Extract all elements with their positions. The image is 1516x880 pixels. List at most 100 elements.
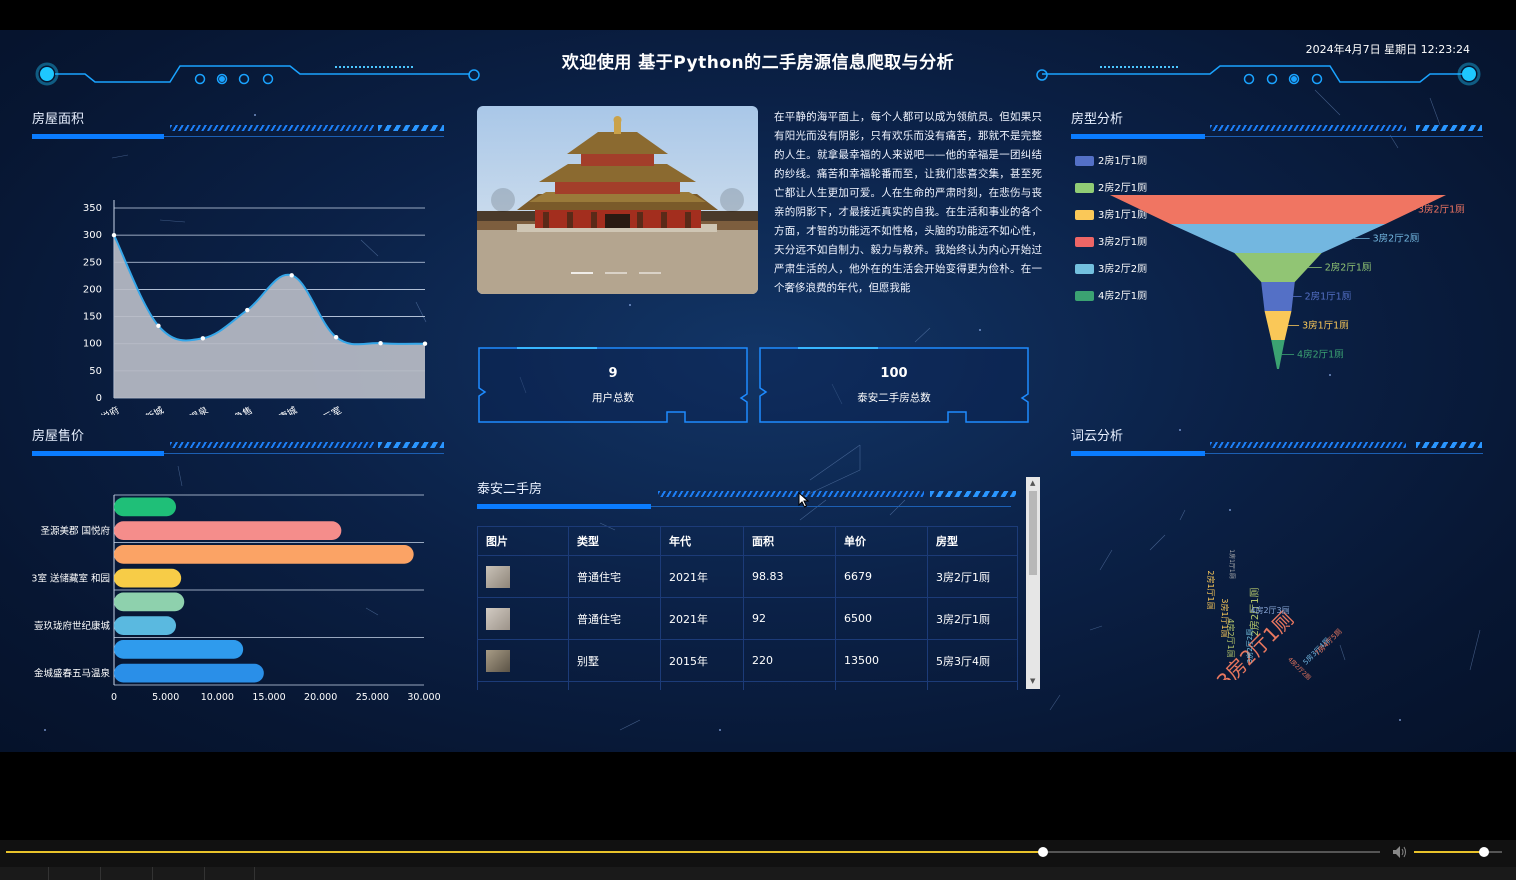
funnel-slice[interactable] [1170, 224, 1386, 253]
y-tick-label: 3室 送储藏室 和园 [31, 573, 110, 585]
y-tick-label: 300 [83, 230, 102, 241]
wordcloud-word[interactable]: 1房1厅1厕 [1228, 549, 1236, 578]
cell-layout: 3房2厅1厕 [927, 597, 1018, 640]
cell-type: 别墅 [568, 639, 661, 682]
cell-area: 98.83 [743, 555, 836, 598]
intro-paragraph: 在平静的海平面上，每个人都可以成为领航员。但如果只有阳光而没有阴影，只有欢乐而没… [774, 111, 1042, 294]
x-tick-label: 0 [111, 692, 117, 700]
volume-knob[interactable] [1479, 847, 1490, 857]
house-thumbnail[interactable] [486, 565, 510, 588]
cell-image[interactable] [477, 639, 569, 682]
y-tick-label: 200 [83, 284, 102, 295]
table-row[interactable]: 别墅 2015年 220 13500 5房3厅4厕 [477, 639, 1018, 682]
data-point[interactable] [422, 341, 428, 346]
wordcloud-panel-title: 词云分析 [1071, 429, 1124, 444]
table-row[interactable] [477, 681, 1018, 690]
house-thumbnail[interactable] [486, 607, 510, 630]
stat-value-listings: 100 [880, 366, 908, 381]
legend-item[interactable]: 2房1厅1厕 [1075, 152, 1147, 167]
scroll-up-arrow-icon[interactable]: ▲ [1030, 479, 1035, 487]
col-header-type: 类型 [568, 526, 661, 556]
cell-type: 普通住宅 [568, 555, 661, 598]
legend-swatch [1075, 210, 1094, 220]
x-tick-label: 30,000 [407, 692, 440, 700]
palace-image [477, 106, 758, 294]
wordcloud-word[interactable]: 3房2厅2厕 [1245, 629, 1254, 663]
funnel-label: 3房1厅1厕 [1302, 320, 1349, 332]
funnel-label: 2房2厅1厕 [1325, 262, 1372, 274]
cell-area: 92 [743, 597, 836, 640]
stat-card-users: 9 用户总数 [477, 346, 749, 424]
funnel-slice[interactable] [1110, 195, 1446, 224]
funnel-slice[interactable] [1264, 311, 1292, 340]
area-title-line [164, 136, 444, 137]
bar[interactable] [114, 663, 264, 683]
y-tick-label: 0 [96, 393, 102, 404]
wordcloud-word[interactable]: 4房2厅3厕 [1250, 605, 1289, 615]
table-header-row: 图片 类型 年代 面积 单价 房型 [477, 526, 1018, 556]
scroll-down-arrow-icon[interactable]: ▼ [1030, 677, 1035, 685]
bar[interactable] [114, 616, 176, 635]
bar[interactable] [114, 568, 182, 588]
bar[interactable] [114, 545, 414, 564]
listing-title-bar [477, 504, 651, 509]
cell-layout: 3房2厅1厕 [927, 555, 1018, 598]
cell-layout: 5房3厅4厕 [927, 639, 1018, 682]
y-tick-label: 壹玖珑府世纪康城 [34, 620, 111, 632]
cell-image[interactable] [477, 597, 569, 640]
data-point[interactable] [156, 323, 161, 328]
x-tick-label: 25,000 [356, 692, 389, 700]
price-title-stripe [170, 442, 374, 448]
cell-image[interactable] [477, 555, 569, 598]
listing-title-stripe [658, 491, 924, 497]
funnel-label: 3房2厅1厕 [1418, 204, 1465, 216]
wordcloud-word[interactable]: 2房1厅1厕 [1206, 570, 1216, 609]
cell-image[interactable] [477, 681, 569, 690]
bar[interactable] [114, 640, 244, 659]
col-header-area: 面积 [743, 526, 836, 556]
data-point[interactable] [378, 340, 383, 346]
cell-year: 2021年 [660, 555, 744, 598]
page-title: 欢迎使用 基于Python的二手房源信息爬取与分析 [561, 53, 955, 73]
data-point[interactable] [111, 232, 117, 238]
bar[interactable] [114, 497, 176, 517]
legend-swatch [1075, 264, 1094, 274]
data-point[interactable] [333, 335, 339, 340]
area-chart: 050100150200250300350圣源美郡 国悦府世家一中 嘉和新城金城… [55, 200, 428, 415]
stat-label-users: 用户总数 [592, 392, 634, 404]
house-thumbnail[interactable] [486, 649, 510, 672]
listing-table-viewport[interactable]: 图片 类型 年代 面积 单价 房型 普通住宅 2021年 98.83 6679 … [477, 526, 1018, 690]
y-tick-label: 350 [83, 203, 102, 214]
x-tick-label: 15,000 [252, 692, 285, 700]
photo-carousel[interactable] [477, 106, 758, 294]
mouse-cursor-icon [798, 492, 810, 508]
y-tick-label: 50 [89, 366, 102, 377]
data-point[interactable] [200, 336, 206, 341]
col-header-image: 图片 [477, 526, 569, 556]
volume-fill [1414, 851, 1485, 853]
price-bar-chart: 圣源美郡 国悦府 3室 送储藏室 和园壹玖珑府世纪康城金城盛春五马温泉 0 5,000… [31, 494, 441, 700]
data-point[interactable] [289, 273, 294, 278]
cell-year: 2015年 [660, 639, 744, 682]
table-scrollbar[interactable]: ▲ ▼ [1026, 477, 1040, 689]
funnel-slice[interactable] [1261, 282, 1295, 311]
wordcloud-word[interactable]: 7房4厅5厕 [1313, 627, 1344, 658]
wordcloud-title-bar [1071, 451, 1205, 456]
table-row[interactable]: 普通住宅 2021年 92 6500 3房2厅1厕 [477, 597, 1018, 640]
wordcloud-chart: 3房2厅1厕2房2厅1厕4房2厅1厕2房1厅1厕3房1厅1厕 4房2厅3厕5房3厅… [1206, 549, 1344, 680]
wordcloud-word[interactable]: 3房1厅1厕 [1220, 598, 1230, 637]
y-tick-label: 圣源美郡 国悦府 [40, 525, 110, 537]
volume-icon[interactable] [1392, 845, 1408, 859]
progress-fill [6, 851, 1044, 853]
datetime-display: 2024年4月7日 星期日 12:23:24 [1305, 43, 1470, 56]
scrollbar-thumb[interactable] [1029, 491, 1037, 575]
stat-card-frame [478, 347, 748, 423]
col-header-price: 单价 [835, 526, 928, 556]
data-point[interactable] [245, 307, 250, 313]
area-title-stripe-accent [378, 125, 444, 131]
bar[interactable] [114, 592, 185, 612]
bar[interactable] [114, 521, 342, 540]
progress-knob[interactable] [1038, 847, 1049, 857]
layout-title-bar [1071, 134, 1205, 139]
table-row[interactable]: 普通住宅 2021年 98.83 6679 3房2厅1厕 [477, 555, 1018, 598]
